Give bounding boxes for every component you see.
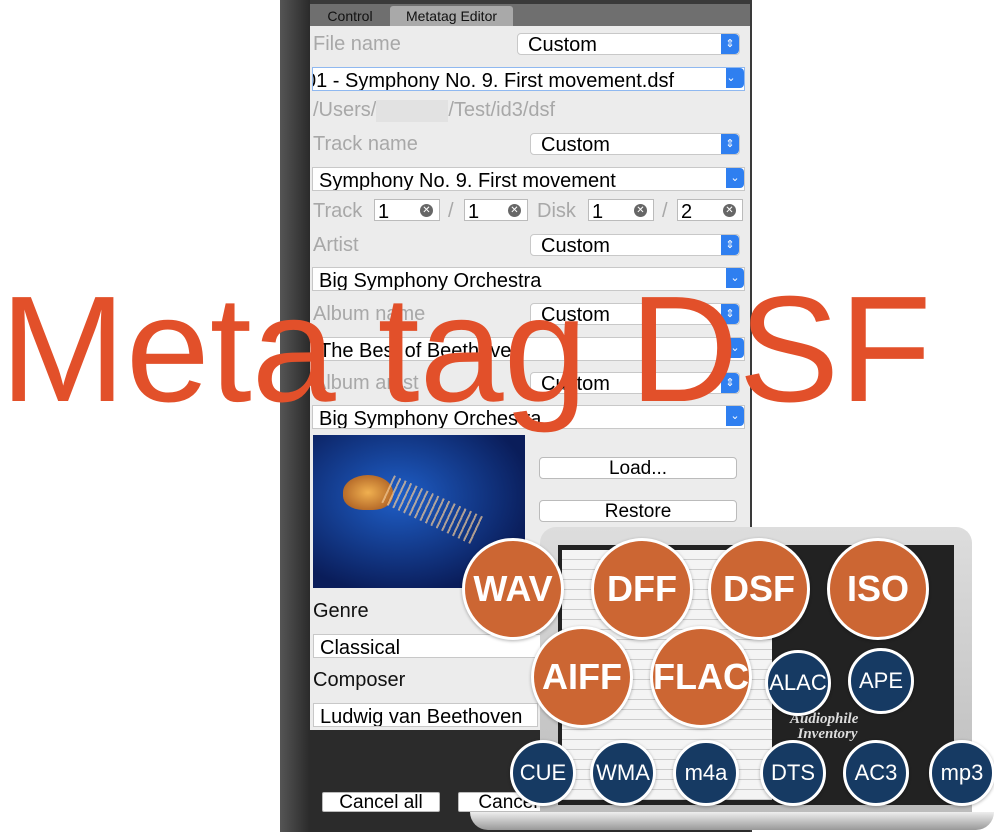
restore-button[interactable]: Restore xyxy=(539,500,737,522)
tab-bar: Control Metatag Editor xyxy=(310,4,750,26)
genre-label: Genre xyxy=(313,600,369,622)
track-number-input[interactable]: 1 ✕ xyxy=(374,199,440,223)
headline: Meta tag DSF xyxy=(0,264,932,433)
format-badge-ape: APE xyxy=(848,648,914,714)
load-button[interactable]: Load... xyxy=(539,457,737,479)
input-value: Symphony No. 9. First movement xyxy=(319,170,616,191)
file-name-input[interactable]: 01 - Symphony No. 9. First movement.dsf ⌄ xyxy=(312,67,745,91)
composer-label: Composer xyxy=(313,669,406,691)
format-badge-m4a: m4a xyxy=(673,740,739,806)
updown-icon: ⇕ xyxy=(721,34,739,54)
tab-control[interactable]: Control xyxy=(310,6,390,26)
audiophile-inventory-logo: Audiophile Inventory xyxy=(790,711,859,742)
select-value: Custom xyxy=(541,134,610,156)
format-badge-flac: FLAC xyxy=(650,626,752,728)
file-name-mode-select[interactable]: Custom ⇕ xyxy=(517,33,740,56)
redacted-username xyxy=(376,99,449,122)
artist-label: Artist xyxy=(313,234,359,256)
input-value: 1 xyxy=(592,201,604,223)
cancel-all-button[interactable]: Cancel all xyxy=(322,792,440,813)
select-value: Custom xyxy=(528,34,597,56)
laptop-base xyxy=(470,812,994,830)
composer-input[interactable]: Ludwig van Beethoven xyxy=(313,703,538,727)
clear-icon[interactable]: ✕ xyxy=(420,204,433,217)
clear-icon[interactable]: ✕ xyxy=(723,204,736,217)
track-total-input[interactable]: 1 ✕ xyxy=(464,199,528,223)
path-prefix: /Users/ xyxy=(313,99,377,121)
track-name-mode-select[interactable]: Custom ⇕ xyxy=(530,133,740,156)
updown-icon: ⇕ xyxy=(721,134,739,154)
format-badge-dff: DFF xyxy=(591,538,693,640)
artist-mode-select[interactable]: Custom ⇕ xyxy=(530,234,740,257)
disk-number-input[interactable]: 1 ✕ xyxy=(588,199,654,223)
format-badge-cue: CUE xyxy=(510,740,576,806)
format-badge-aiff: AIFF xyxy=(531,626,633,728)
format-badge-wma: WMA xyxy=(590,740,656,806)
track-label: Track xyxy=(313,200,363,222)
chevron-down-icon[interactable]: ⌄ xyxy=(726,68,744,88)
track-name-input[interactable]: Symphony No. 9. First movement ⌄ xyxy=(312,167,745,191)
disk-total-input[interactable]: 2 ✕ xyxy=(677,199,743,223)
path-suffix: /Test/id3/dsf xyxy=(448,99,556,121)
separator: / xyxy=(662,200,668,222)
genre-input[interactable]: Classical xyxy=(313,634,573,658)
updown-icon: ⇕ xyxy=(721,235,739,255)
input-value: 2 xyxy=(681,201,693,223)
clear-icon[interactable]: ✕ xyxy=(508,204,521,217)
tab-metatag-editor[interactable]: Metatag Editor xyxy=(390,6,513,26)
jellyfish-tentacles xyxy=(381,475,485,545)
track-name-label: Track name xyxy=(313,133,418,155)
format-badge-ac3: AC3 xyxy=(843,740,909,806)
input-value: 01 - Symphony No. 9. First movement.dsf xyxy=(312,70,675,91)
format-badge-iso: ISO xyxy=(827,538,929,640)
format-badge-alac: ALAC xyxy=(765,650,831,716)
format-badge-mp3: mp3 xyxy=(929,740,994,806)
disk-label: Disk xyxy=(537,200,576,222)
format-badge-dts: DTS xyxy=(760,740,826,806)
file-name-label: File name xyxy=(313,33,401,55)
clear-icon[interactable]: ✕ xyxy=(634,204,647,217)
format-badge-dsf: DSF xyxy=(708,538,810,640)
separator: / xyxy=(448,200,454,222)
format-badge-wav: WAV xyxy=(462,538,564,640)
chevron-down-icon[interactable]: ⌄ xyxy=(726,168,744,188)
input-value: 1 xyxy=(468,201,480,223)
select-value: Custom xyxy=(541,235,610,257)
file-path: /Users/ /Test/id3/dsf xyxy=(313,99,555,122)
input-value: 1 xyxy=(378,201,390,223)
